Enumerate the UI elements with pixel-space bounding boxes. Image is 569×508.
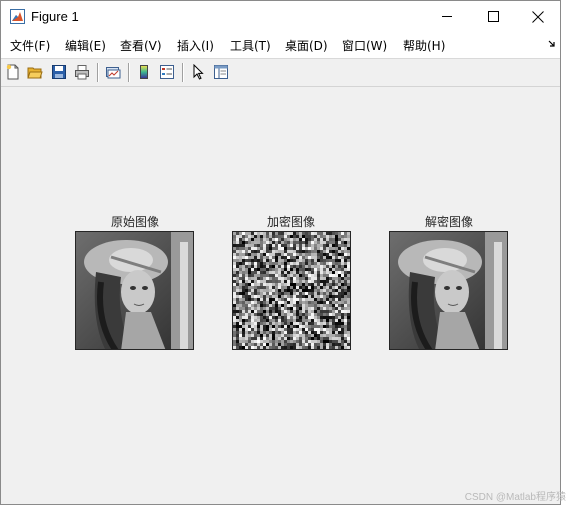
menu-desktop[interactable]: 桌面(D) [285, 37, 328, 54]
toolbar-separator [128, 63, 130, 82]
maximize-icon [487, 11, 499, 22]
toolbar-separator [97, 63, 99, 82]
decrypted-image [389, 231, 508, 350]
insert-colorbar-button[interactable] [135, 63, 153, 81]
close-icon [532, 10, 544, 23]
window-title: Figure 1 [31, 9, 79, 24]
portrait-image [76, 232, 193, 349]
save-icon [52, 65, 66, 79]
dock-arrow-icon[interactable] [548, 40, 556, 48]
menu-bar: 文件(F) 编辑(E) 查看(V) 插入(I) 工具(T) 桌面(D) 窗口(W… [1, 32, 560, 59]
noise-image [233, 232, 350, 349]
property-inspector-button[interactable] [212, 63, 230, 81]
link-plot-icon [106, 67, 121, 79]
edit-plot-button[interactable] [189, 63, 207, 81]
menu-file[interactable]: 文件(F) [10, 37, 50, 54]
new-figure-icon [6, 64, 19, 80]
toolbar-separator [182, 63, 184, 82]
menu-tools[interactable]: 工具(T) [230, 37, 271, 54]
watermark: CSDN @Matlab程序猿 [464, 492, 566, 503]
axes-title-decrypted: 解密图像 [424, 215, 473, 229]
save-button[interactable] [50, 63, 68, 81]
minimize-icon [441, 16, 452, 17]
figure-toolbar [1, 59, 560, 87]
insert-colorbar-icon [140, 65, 148, 79]
new-figure-button[interactable] [4, 63, 22, 81]
maximize-button[interactable] [470, 1, 516, 32]
figure-window: Figure 1 文件(F) 编辑(E) 查看(V) 插入(I) 工具(T) 桌… [0, 0, 561, 505]
property-inspector-icon [214, 65, 228, 79]
portrait-image [390, 232, 507, 349]
title-bar[interactable]: Figure 1 [1, 1, 560, 32]
open-file-button[interactable] [26, 63, 44, 81]
menu-edit[interactable]: 编辑(E) [65, 37, 106, 54]
menu-insert[interactable]: 插入(I) [177, 37, 214, 54]
edit-plot-arrow-icon [193, 64, 204, 80]
encrypted-image [232, 231, 351, 350]
original-image [75, 231, 194, 350]
close-button[interactable] [515, 1, 561, 32]
link-plot-button[interactable] [104, 63, 122, 81]
axes-title-encrypted: 加密图像 [266, 215, 315, 229]
print-button[interactable] [73, 63, 91, 81]
matlab-logo-icon [10, 9, 25, 24]
insert-legend-button[interactable] [158, 63, 176, 81]
figure-canvas: 原始图像 加密图像 解密图像 [1, 87, 560, 504]
menu-view[interactable]: 查看(V) [120, 37, 162, 54]
insert-legend-icon [160, 65, 174, 79]
menu-window[interactable]: 窗口(W) [342, 37, 387, 54]
open-file-icon [27, 67, 43, 79]
minimize-button[interactable] [424, 1, 470, 32]
axes-title-original: 原始图像 [110, 215, 159, 229]
menu-help[interactable]: 帮助(H) [403, 37, 445, 54]
print-icon [75, 65, 89, 80]
